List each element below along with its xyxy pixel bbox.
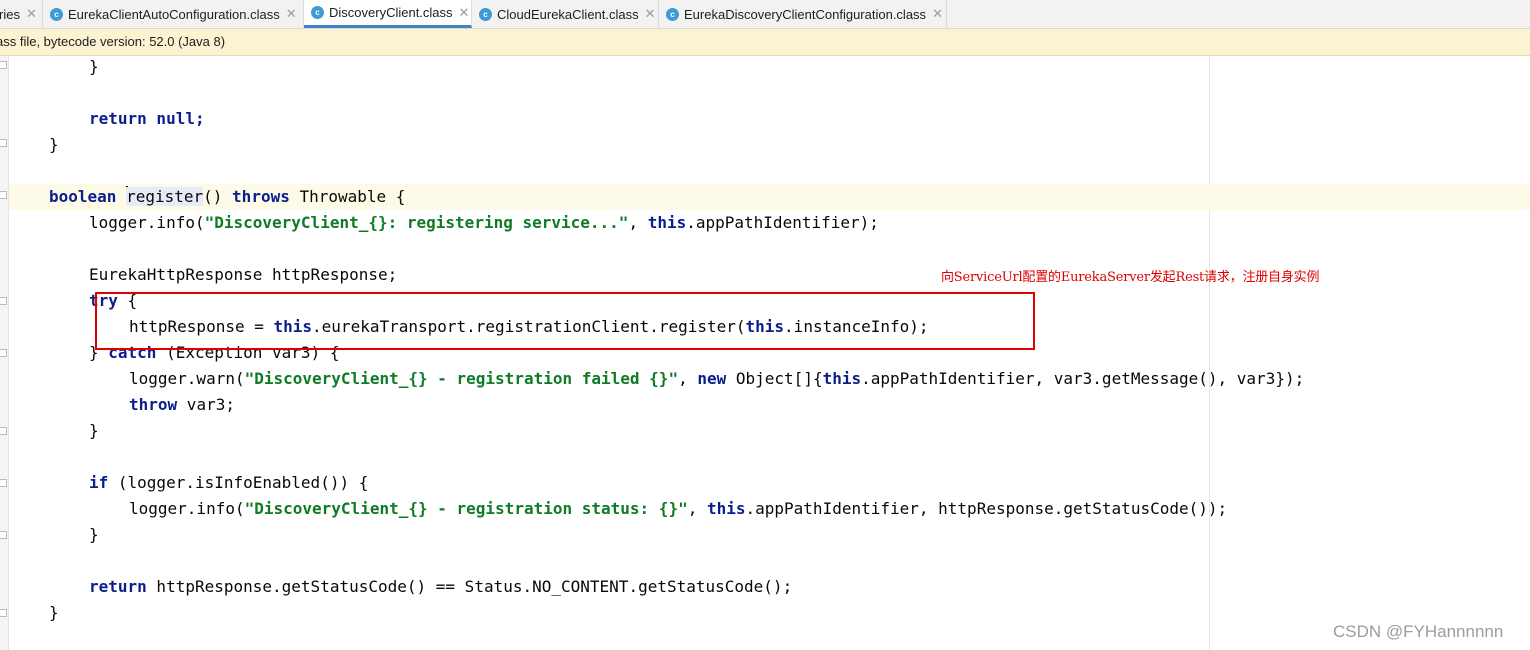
class-file-icon: c — [479, 7, 492, 21]
code-line-method-signature: boolean register() throws Throwable { — [49, 186, 406, 206]
info-text: ass file, bytecode version: 52.0 (Java 8… — [0, 34, 226, 49]
fold-marker-icon[interactable] — [0, 191, 7, 199]
editor-tab-bar: ries ✕ c EurekaClientAutoConfiguration.c… — [0, 0, 1530, 29]
code-line: logger.warn("DiscoveryClient_{} - regist… — [129, 369, 1305, 388]
class-file-icon: c — [311, 6, 324, 19]
right-margin-guide — [1209, 56, 1210, 650]
tab-label: ries — [0, 6, 20, 22]
annotation-note: 向ServiceUrl配置的EurekaServer发起Rest请求，注册自身实… — [941, 270, 1320, 285]
close-icon[interactable]: ✕ — [645, 6, 656, 22]
fold-marker-icon[interactable] — [0, 297, 7, 305]
tab-eureka-client-auto-configuration[interactable]: c EurekaClientAutoConfiguration.class ✕ — [43, 0, 304, 28]
annotation-highlight-box — [95, 292, 1035, 350]
code-line: } — [89, 525, 99, 544]
csdn-watermark: CSDN @FYHannnnnn — [1333, 622, 1504, 641]
tab-label: EurekaClientAutoConfiguration.class — [68, 6, 280, 22]
editor-gutter[interactable] — [0, 56, 9, 650]
fold-marker-icon[interactable] — [0, 61, 7, 69]
fold-marker-icon[interactable] — [0, 479, 7, 487]
code-line: logger.info("DiscoveryClient_{} - regist… — [129, 499, 1228, 518]
fold-marker-icon[interactable] — [0, 349, 7, 357]
method-name-register[interactable]: register — [126, 187, 204, 206]
fold-marker-icon[interactable] — [0, 531, 7, 539]
code-line: } — [89, 421, 99, 440]
code-line: } — [89, 57, 99, 76]
close-icon[interactable]: ✕ — [286, 6, 297, 22]
fold-marker-icon[interactable] — [0, 427, 7, 435]
code-line: } — [49, 603, 59, 622]
close-icon[interactable]: ✕ — [932, 6, 943, 22]
tab-libraries[interactable]: ries ✕ — [0, 0, 43, 28]
class-file-icon: c — [50, 7, 63, 21]
fold-marker-icon[interactable] — [0, 609, 7, 617]
code-line: return httpResponse.getStatusCode() == S… — [89, 577, 793, 596]
code-line: } — [49, 135, 59, 154]
code-line: throw var3; — [129, 395, 235, 414]
tab-label: EurekaDiscoveryClientConfiguration.class — [684, 6, 927, 22]
fold-marker-icon[interactable] — [0, 139, 7, 147]
tab-eureka-discovery-client-configuration[interactable]: c EurekaDiscoveryClientConfiguration.cla… — [659, 0, 947, 28]
code-line: logger.info("DiscoveryClient_{}: registe… — [89, 213, 879, 232]
tab-label: CloudEurekaClient.class — [497, 6, 639, 22]
decompiled-class-info-bar: ass file, bytecode version: 52.0 (Java 8… — [0, 29, 1530, 56]
tab-label: DiscoveryClient.class — [329, 5, 453, 20]
class-file-icon: c — [666, 7, 679, 21]
code-line: return null; — [89, 109, 205, 128]
close-icon[interactable]: ✕ — [459, 5, 470, 21]
code-line: if (logger.isInfoEnabled()) { — [89, 473, 369, 492]
code-line: EurekaHttpResponse httpResponse; — [89, 265, 398, 284]
tab-cloud-eureka-client[interactable]: c CloudEurekaClient.class ✕ — [472, 0, 659, 28]
tab-discovery-client[interactable]: c DiscoveryClient.class ✕ — [304, 0, 472, 28]
close-icon[interactable]: ✕ — [26, 6, 37, 22]
